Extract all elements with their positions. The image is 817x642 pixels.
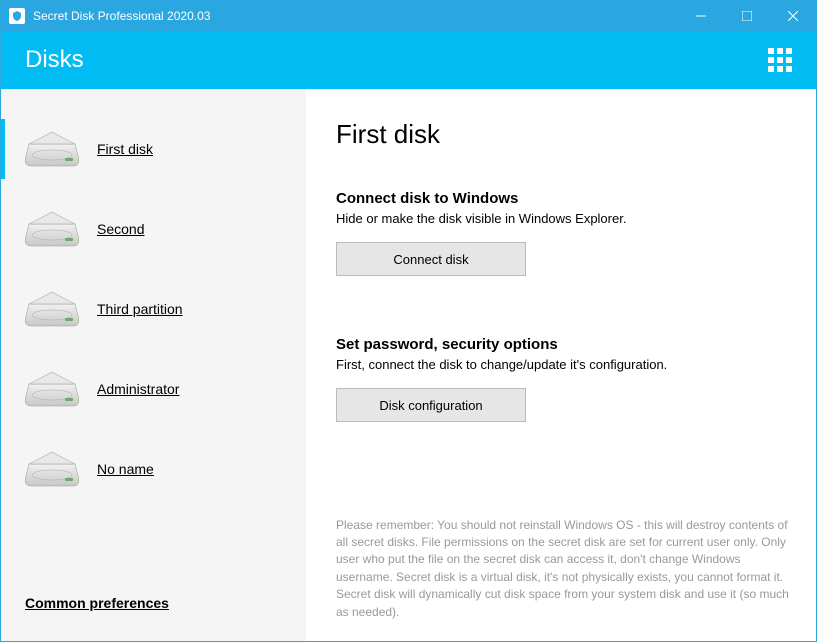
sidebar-disk-item[interactable]: Third partition [1,279,306,339]
apps-grid-icon[interactable] [768,48,792,72]
common-preferences-link[interactable]: Common preferences [25,595,169,611]
disk-configuration-button[interactable]: Disk configuration [336,388,526,422]
disk-drive-icon [25,370,79,408]
sidebar-disk-item[interactable]: Second [1,199,306,259]
disk-drive-icon [25,210,79,248]
connect-section: Connect disk to Windows Hide or make the… [336,190,792,276]
page-title: Disks [25,46,84,74]
disk-item-label: Third partition [97,301,183,317]
disk-item-label: Second [97,221,144,237]
disk-drive-icon [25,130,79,168]
disk-heading: First disk [336,119,792,150]
disk-drive-icon [25,450,79,488]
connect-disk-button[interactable]: Connect disk [336,242,526,276]
connect-desc: Hide or make the disk visible in Windows… [336,211,792,226]
content: First disk Second Third partition Admini… [1,89,816,641]
minimize-button[interactable] [678,1,724,31]
disk-item-label: Administrator [97,381,179,397]
maximize-button[interactable] [724,1,770,31]
sidebar-disk-item[interactable]: Administrator [1,359,306,419]
app-header: Disks [1,31,816,89]
disk-item-label: No name [97,461,154,477]
sidebar-disk-item[interactable]: No name [1,439,306,499]
password-section: Set password, security options First, co… [336,336,792,422]
sidebar: First disk Second Third partition Admini… [1,89,306,641]
sidebar-disk-item[interactable]: First disk [1,119,306,179]
password-desc: First, connect the disk to change/update… [336,357,792,372]
disk-drive-icon [25,290,79,328]
titlebar: Secret Disk Professional 2020.03 [1,1,816,31]
app-icon [9,8,25,24]
close-button[interactable] [770,1,816,31]
footer-note: Please remember: You should not reinstal… [336,517,792,621]
disk-item-label: First disk [97,141,153,157]
window-title: Secret Disk Professional 2020.03 [33,9,678,23]
password-title: Set password, security options [336,336,792,353]
connect-title: Connect disk to Windows [336,190,792,207]
main-panel: First disk Connect disk to Windows Hide … [306,89,816,641]
